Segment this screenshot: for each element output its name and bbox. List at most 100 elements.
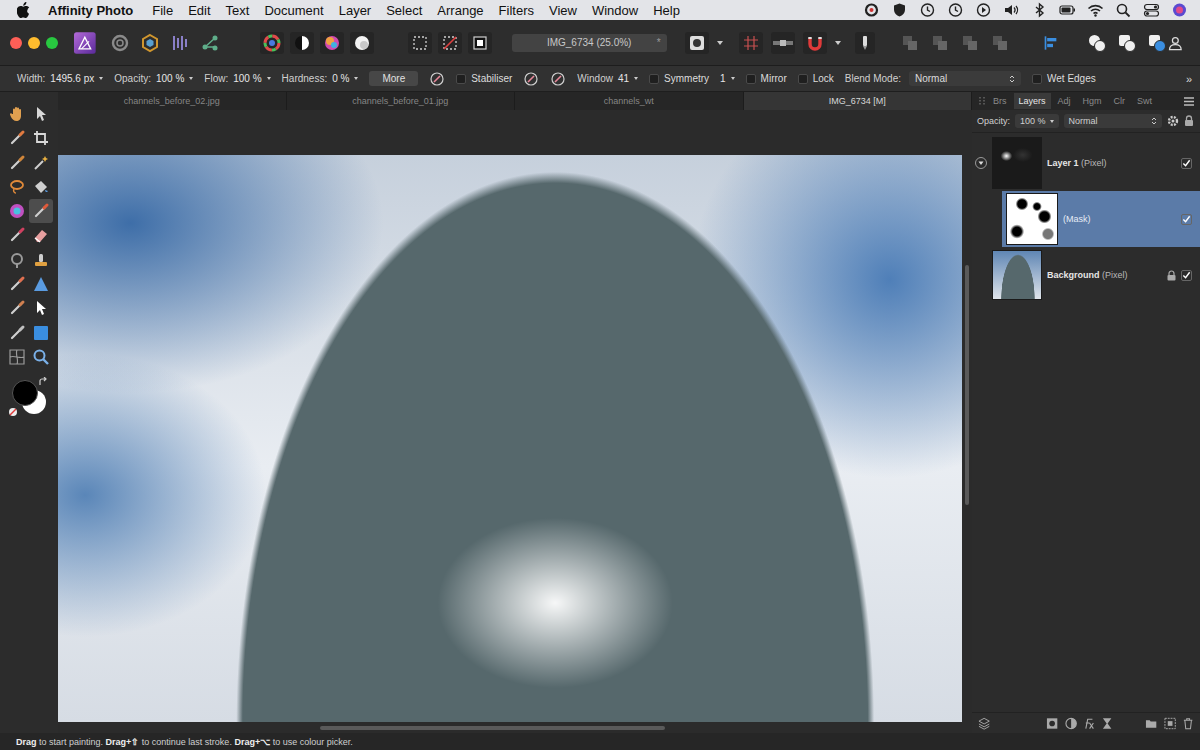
vertical-scrollbar[interactable]	[962, 110, 972, 722]
brush-option-button[interactable]	[523, 71, 539, 87]
clock-icon[interactable]	[947, 2, 964, 18]
photo-persona-icon[interactable]	[74, 30, 96, 56]
gear-icon[interactable]	[1167, 115, 1179, 127]
context-checkbox[interactable]: Lock	[798, 73, 834, 84]
toolbar-button[interactable]	[468, 32, 492, 54]
subtract-shape-icon[interactable]	[1117, 33, 1137, 53]
checkbox[interactable]	[649, 74, 659, 84]
panel-tab[interactable]: Hgm	[1078, 93, 1107, 109]
fx-icon[interactable]	[1083, 717, 1095, 730]
add-shape-icon[interactable]	[1087, 33, 1107, 53]
app-name-menu[interactable]: Affinity Photo	[48, 3, 133, 18]
menu-item[interactable]: Document	[264, 3, 323, 18]
arrange-forward-icon[interactable]	[961, 34, 979, 52]
live-filter-icon[interactable]	[1101, 717, 1113, 730]
layer-thumbnail[interactable]	[992, 137, 1042, 189]
photo[interactable]	[58, 155, 962, 722]
menu-item[interactable]: Layer	[339, 3, 372, 18]
history-icon[interactable]	[919, 2, 936, 18]
tool-button[interactable]	[29, 126, 53, 150]
develop-persona-icon[interactable]	[140, 33, 160, 53]
tool-button[interactable]	[5, 248, 29, 272]
layer-row[interactable]: (Mask)	[1002, 191, 1200, 247]
checkbox[interactable]	[746, 74, 756, 84]
bluetooth-icon[interactable]	[1031, 2, 1048, 18]
brush-option-button[interactable]	[550, 71, 566, 87]
panel-tab[interactable]: Layers	[1014, 93, 1051, 109]
document-tab[interactable]: channels_before_01.jpg	[287, 92, 516, 110]
tool-button[interactable]	[29, 345, 53, 369]
brush-option-button[interactable]	[429, 71, 445, 87]
field-dropdown-icon[interactable]	[354, 77, 358, 80]
field-dropdown-icon[interactable]	[189, 77, 193, 80]
intersect-shape-icon[interactable]	[1147, 33, 1167, 53]
export-persona-icon[interactable]	[200, 33, 220, 53]
tool-button[interactable]	[5, 296, 29, 320]
liquify-persona-icon[interactable]	[110, 33, 130, 53]
tool-button[interactable]	[5, 126, 29, 150]
field-dropdown-icon[interactable]	[731, 77, 735, 80]
field-dropdown-icon[interactable]	[267, 77, 271, 80]
arrange-front-icon[interactable]	[991, 34, 1009, 52]
field-value[interactable]: 1495.6 px	[50, 73, 94, 84]
tool-button[interactable]	[5, 102, 29, 126]
menu-item[interactable]: File	[152, 3, 173, 18]
layer-row[interactable]: Layer 1 (Pixel)	[972, 136, 1200, 190]
visibility-checkbox[interactable]	[1181, 158, 1192, 169]
control-center-icon[interactable]	[1143, 2, 1160, 18]
field-value[interactable]: 100 %	[156, 73, 184, 84]
field-dropdown-icon[interactable]	[99, 77, 103, 80]
scroll-thumb[interactable]	[965, 265, 969, 505]
toolbar-button[interactable]	[438, 32, 462, 54]
lock-icon[interactable]	[1184, 115, 1194, 127]
context-checkbox[interactable]: Symmetry	[649, 73, 709, 84]
view-mode-button[interactable]	[685, 32, 709, 54]
document-title-field[interactable]: IMG_6734 (25.0%) *	[512, 34, 667, 52]
tool-button[interactable]	[29, 102, 53, 126]
snapping-dropdown-icon[interactable]	[835, 41, 841, 45]
layer-row[interactable]: Background (Pixel)	[972, 248, 1200, 302]
creative-cloud-icon[interactable]	[863, 2, 880, 18]
tool-button[interactable]	[29, 296, 53, 320]
document-tab[interactable]: channels_before_02.jpg	[58, 92, 287, 110]
field-dropdown-icon[interactable]	[634, 77, 638, 80]
tool-button[interactable]	[5, 321, 29, 345]
tool-button[interactable]	[29, 199, 53, 223]
layer-stack-icon[interactable]	[978, 717, 990, 730]
toolbar-button[interactable]	[290, 32, 314, 54]
toolbar-button[interactable]	[350, 32, 374, 54]
arrange-back-icon[interactable]	[901, 34, 919, 52]
no-colour-icon[interactable]	[8, 407, 18, 417]
opacity-field[interactable]: 100 %	[1015, 114, 1059, 128]
context-field[interactable]: Hardness: 0 %	[282, 73, 359, 84]
panel-tab[interactable]: Adj	[1053, 93, 1076, 109]
field-value[interactable]: 100 %	[233, 73, 261, 84]
align-icon[interactable]	[1043, 33, 1060, 53]
tool-button[interactable]	[29, 248, 53, 272]
blend-mode-dropdown[interactable]: Normal	[909, 71, 1021, 86]
panel-tab[interactable]: Swt	[1132, 93, 1157, 109]
play-icon[interactable]	[975, 2, 992, 18]
tool-button[interactable]	[5, 151, 29, 175]
context-checkbox[interactable]: Wet Edges	[1032, 73, 1096, 84]
panel-tab[interactable]: Brs	[988, 93, 1012, 109]
field-value[interactable]: 0 %	[332, 73, 349, 84]
minimize-button[interactable]	[28, 37, 40, 49]
menu-item[interactable]: Edit	[188, 3, 210, 18]
context-field[interactable]: Opacity: 100 %	[114, 73, 193, 84]
visibility-checkbox[interactable]	[1181, 214, 1192, 225]
mask-icon[interactable]	[1046, 717, 1058, 730]
menu-item[interactable]: Help	[653, 3, 680, 18]
swap-colours-icon[interactable]	[38, 377, 48, 387]
toolbar-button[interactable]	[320, 32, 344, 54]
toolbar-button[interactable]	[260, 32, 284, 54]
more-button[interactable]: More	[369, 71, 418, 86]
checkbox[interactable]	[456, 74, 466, 84]
document-tab[interactable]: channels_wt	[515, 92, 744, 110]
grip-icon[interactable]	[978, 96, 986, 106]
grid-button[interactable]	[739, 32, 763, 54]
battery-icon[interactable]	[1059, 2, 1076, 18]
visibility-checkbox[interactable]	[1181, 270, 1192, 281]
apple-icon[interactable]	[17, 2, 31, 18]
tool-button[interactable]	[5, 345, 29, 369]
